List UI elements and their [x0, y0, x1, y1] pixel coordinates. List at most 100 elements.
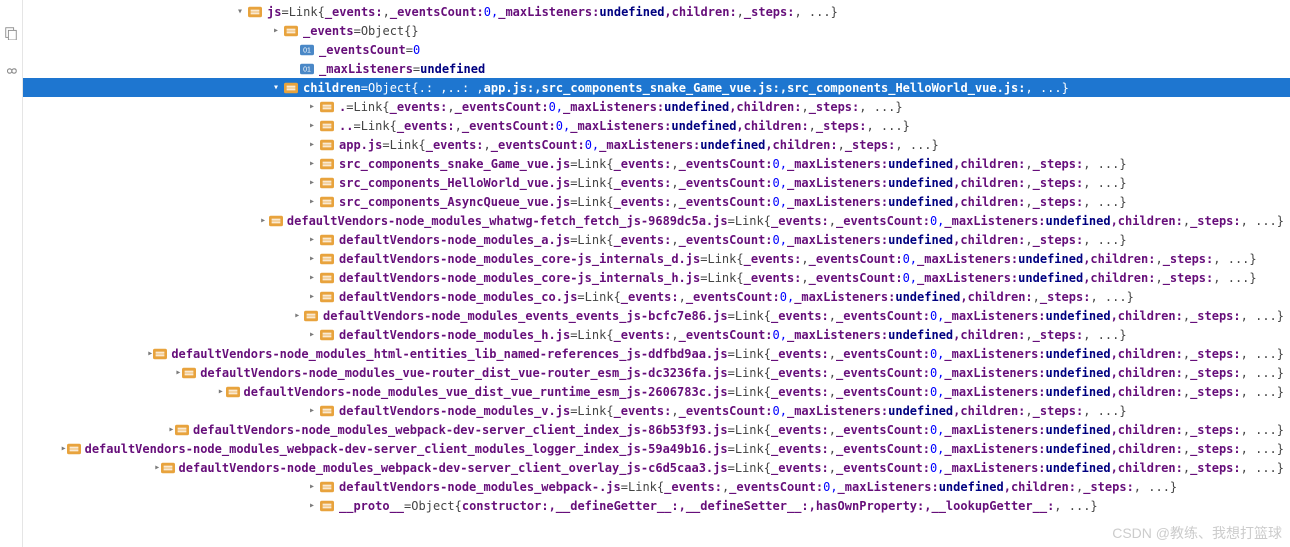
expand-arrow-icon[interactable]: ▸ [305, 234, 319, 245]
tree-row[interactable]: ▸defaultVendors-node_modules_webpack-dev… [23, 439, 1290, 458]
tree-row[interactable]: ▸ defaultVendors-node_modules_whatwg-fetc… [23, 211, 1290, 230]
object-field-icon [319, 328, 335, 342]
object-field-icon [161, 461, 175, 475]
object-field-icon [182, 366, 196, 380]
number-field-icon: 01 [299, 43, 315, 57]
svg-text:01: 01 [303, 66, 311, 73]
variable-name: _events [303, 24, 354, 38]
object-field-icon [283, 24, 299, 38]
expand-arrow-icon[interactable]: ▸ [216, 386, 226, 397]
object-field-icon [319, 290, 335, 304]
number-field-icon: 01 [299, 62, 315, 76]
expand-arrow-icon[interactable]: ▸ [291, 310, 304, 321]
tree-row[interactable]: ▸defaultVendors-node_modules_webpack-dev… [23, 458, 1290, 477]
tree-row[interactable]: ▸src_components_HelloWorld_vue.js = Link… [23, 173, 1290, 192]
variable-name: _eventsCount [319, 43, 406, 57]
expand-arrow-icon[interactable]: ▸ [305, 158, 319, 169]
object-field-icon [319, 499, 335, 513]
variable-name: defaultVendors-node_modules_webpack-dev-… [85, 442, 728, 456]
expand-arrow-icon[interactable]: ▸ [257, 215, 269, 226]
variable-name: src_components_snake_Game_vue.js [339, 157, 570, 171]
variable-name: defaultVendors-node_modules_v.js [339, 404, 570, 418]
variable-name: defaultVendors-node_modules_html-entitie… [171, 347, 727, 361]
object-field-icon [304, 309, 319, 323]
expand-arrow-icon[interactable]: ▸ [305, 405, 319, 416]
variable-name: defaultVendors-node_modules_h.js [339, 328, 570, 342]
tree-row[interactable]: ▸.. = Link {_events: ,_eventsCount: 0,_m… [23, 116, 1290, 135]
object-field-icon [247, 5, 263, 19]
object-field-icon [319, 119, 335, 133]
expand-arrow-icon[interactable]: ▾ [269, 82, 283, 93]
tree-row[interactable]: ▸src_components_AsyncQueue_vue.js = Link… [23, 192, 1290, 211]
object-field-icon [319, 404, 335, 418]
object-field-icon [175, 423, 189, 437]
expand-arrow-icon[interactable]: ▸ [305, 120, 319, 131]
variable-name: defaultVendors-node_modules_vue-router_d… [200, 366, 727, 380]
tree-row[interactable]: ▸_events = Object {} [23, 21, 1290, 40]
expand-arrow-icon[interactable]: ▸ [305, 329, 319, 340]
tree-row[interactable]: ▾js = Link {_events: ,_eventsCount: 0,_m… [23, 2, 1290, 21]
object-field-icon [67, 442, 81, 456]
object-field-icon [319, 233, 335, 247]
tree-row[interactable]: ▸defaultVendors-node_modules_core-js_int… [23, 249, 1290, 268]
expand-arrow-icon[interactable]: ▸ [305, 177, 319, 188]
tree-row[interactable]: ▸ defaultVendors-node_modules_core-js_int… [23, 268, 1290, 287]
tree-row[interactable]: ▸ defaultVendors-node_modules_vue_dist_vu… [23, 382, 1290, 401]
tree-row[interactable]: ▸src_components_snake_Game_vue.js = Link… [23, 154, 1290, 173]
expand-arrow-icon[interactable]: ▸ [305, 500, 319, 511]
expand-arrow-icon[interactable]: ▸ [305, 101, 319, 112]
tree-row[interactable]: ▸defaultVendors-node_modules_h.js = Link… [23, 325, 1290, 344]
object-field-icon [269, 214, 283, 228]
object-field-icon [319, 195, 335, 209]
object-field-icon [319, 157, 335, 171]
object-field-icon [319, 138, 335, 152]
expand-arrow-icon[interactable]: ▸ [305, 481, 319, 492]
object-field-icon [319, 252, 335, 266]
expand-arrow-icon[interactable]: ▾ [233, 6, 247, 17]
editor-gutter [0, 0, 23, 547]
tree-row[interactable]: ▸defaultVendors-node_modules_html-entiti… [23, 344, 1290, 363]
svg-text:01: 01 [303, 47, 311, 54]
tree-row[interactable]: ▸defaultVendors-node_modules_webpack-dev… [23, 420, 1290, 439]
expand-arrow-icon[interactable]: ▸ [269, 25, 283, 36]
variable-name: defaultVendors-node_modules_core-js_inte… [339, 271, 700, 285]
variable-tree[interactable]: ▾js = Link {_events: ,_eventsCount: 0,_m… [23, 0, 1290, 547]
variable-name: defaultVendors-node_modules_vue_dist_vue… [244, 385, 728, 399]
object-field-icon [319, 480, 335, 494]
expand-arrow-icon[interactable]: ▸ [168, 424, 175, 435]
tree-row[interactable]: ▸ defaultVendors-node_modules_webpack-.js… [23, 477, 1290, 496]
variable-name: . [339, 100, 346, 114]
expand-arrow-icon[interactable]: ▸ [305, 272, 319, 283]
variable-name: defaultVendors-node_modules_whatwg-fetch… [287, 214, 728, 228]
variable-name: defaultVendors-node_modules_webpack-.js [339, 480, 621, 494]
tree-row[interactable]: ▸defaultVendors-node_modules_v.js = Link… [23, 401, 1290, 420]
expand-arrow-icon[interactable]: ▸ [305, 196, 319, 207]
object-field-icon [319, 271, 335, 285]
object-field-icon [283, 81, 299, 95]
tree-row[interactable]: ▸defaultVendors-node_modules_a.js = Link… [23, 230, 1290, 249]
tree-row[interactable]: ▸ defaultVendors-node_modules_vue-router_… [23, 363, 1290, 382]
expand-arrow-icon[interactable]: ▸ [305, 253, 319, 264]
variable-name: defaultVendors-node_modules_events_event… [323, 309, 728, 323]
variable-name: defaultVendors-node_modules_webpack-dev-… [179, 461, 728, 475]
infinity-icon[interactable] [4, 64, 18, 78]
expand-arrow-icon[interactable]: ▸ [175, 367, 183, 378]
tree-row[interactable]: 01_maxListeners = undefined [23, 59, 1290, 78]
variable-name: src_components_HelloWorld_vue.js [339, 176, 570, 190]
variable-name: defaultVendors-node_modules_a.js [339, 233, 570, 247]
tree-row[interactable]: ▸app.js = Link {_events: ,_eventsCount: … [23, 135, 1290, 154]
object-field-icon [153, 347, 167, 361]
expand-arrow-icon[interactable]: ▸ [305, 291, 319, 302]
variable-name: defaultVendors-node_modules_co.js [339, 290, 577, 304]
object-field-icon [226, 385, 240, 399]
tree-row[interactable]: ▸defaultVendors-node_modules_co.js = Lin… [23, 287, 1290, 306]
debugger-panel: ▾js = Link {_events: ,_eventsCount: 0,_m… [0, 0, 1290, 547]
copy-icon[interactable] [4, 26, 18, 40]
expand-arrow-icon[interactable]: ▸ [305, 139, 319, 150]
tree-row[interactable]: ▾children = Object {.: ,..: ,app.js: ,sr… [23, 78, 1290, 97]
tree-row[interactable]: ▸. = Link {_events: ,_eventsCount: 0,_ma… [23, 97, 1290, 116]
tree-row[interactable]: ▸ defaultVendors-node_modules_events_even… [23, 306, 1290, 325]
variable-name: app.js [339, 138, 382, 152]
tree-row[interactable]: 01_eventsCount = 0 [23, 40, 1290, 59]
tree-row[interactable]: ▸__proto__ = Object {constructor: ,__def… [23, 496, 1290, 515]
